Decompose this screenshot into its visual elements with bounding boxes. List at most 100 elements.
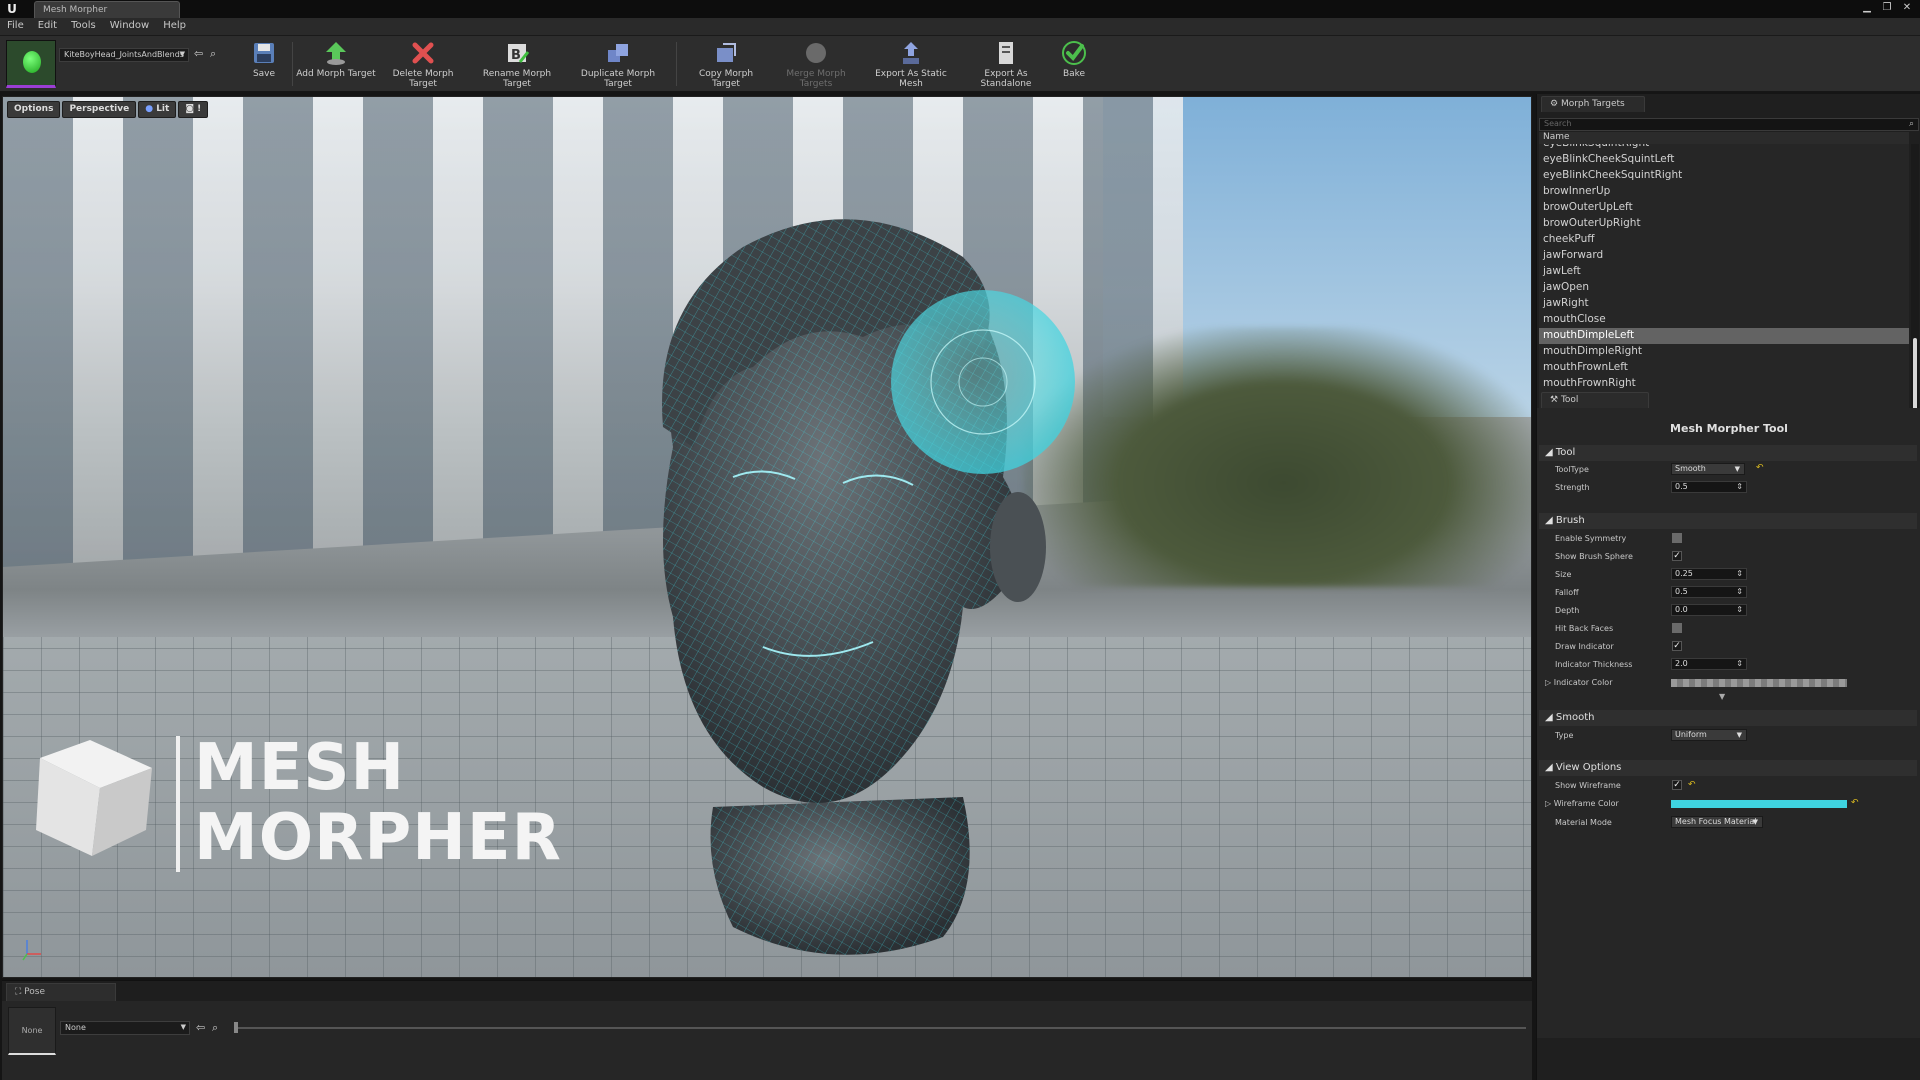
add-morph-target-button[interactable]: Add Morph Target	[296, 40, 376, 90]
tool-type-dropdown[interactable]: Smooth ▼	[1671, 463, 1745, 475]
indicator-color-swatch[interactable]	[1671, 679, 1847, 687]
section-tool[interactable]: ◢ Tool	[1539, 445, 1917, 461]
export-standalone-button[interactable]: Export As Standalone	[962, 40, 1050, 90]
logo-title-line2: MORPHER	[194, 801, 562, 875]
show-brush-sphere-checkbox[interactable]: ✓	[1672, 551, 1682, 561]
smooth-type-value: Uniform	[1675, 730, 1707, 739]
enable-symmetry-checkbox[interactable]	[1672, 533, 1682, 543]
menu-help[interactable]: Help	[156, 18, 193, 33]
bake-button[interactable]: Bake	[1054, 40, 1094, 90]
reset-to-default-icon[interactable]: ↶	[1688, 780, 1696, 790]
indicator-thickness-field[interactable]: 2.0 ⇕	[1671, 658, 1747, 670]
asset-thumbnail[interactable]	[6, 40, 56, 88]
list-item[interactable]: mouthFrownRight	[1539, 376, 1909, 392]
list-item[interactable]: jawLeft	[1539, 264, 1909, 280]
material-mode-dropdown[interactable]: Mesh Focus Material ▼	[1671, 816, 1763, 828]
reset-to-default-icon[interactable]: ↶	[1851, 798, 1859, 808]
list-item[interactable]: cheekPuff	[1539, 232, 1909, 248]
list-item[interactable]: browOuterUpRight	[1539, 216, 1909, 232]
rename-morph-target-button[interactable]: B Rename Morph Target	[470, 40, 564, 90]
list-item[interactable]: browInnerUp	[1539, 184, 1909, 200]
lit-label: Lit	[156, 104, 170, 114]
delete-morph-target-button[interactable]: Delete Morph Target	[380, 40, 466, 90]
list-item[interactable]: mouthClose	[1539, 312, 1909, 328]
scrollbar-thumb[interactable]	[1913, 338, 1917, 412]
rename-morph-target-label: Rename Morph Target	[482, 69, 552, 89]
indicator-color-label: ▷ Indicator Color	[1545, 678, 1612, 687]
falloff-field[interactable]: 0.5 ⇕	[1671, 586, 1747, 598]
asset-picker[interactable]: KiteBoyHead_JointsAndBlends ▼	[59, 48, 189, 62]
browse-search-icon[interactable]: ⌕	[210, 47, 216, 61]
list-item[interactable]: jawRight	[1539, 296, 1909, 312]
save-icon	[254, 43, 274, 63]
tool-details-panel: Mesh Morpher Tool ◢ Tool ToolType Smooth…	[1537, 408, 1920, 1038]
reset-to-default-icon[interactable]: ↶	[1756, 463, 1764, 473]
back-arrow-icon[interactable]: ⇦	[194, 47, 203, 60]
strength-field[interactable]: 0.5 ⇕	[1671, 481, 1747, 493]
draw-indicator-checkbox[interactable]: ✓	[1672, 641, 1682, 651]
list-item[interactable]: mouthDimpleRight	[1539, 344, 1909, 360]
morph-list-scrollbar[interactable]	[1911, 144, 1919, 432]
lit-button[interactable]: ● Lit	[138, 101, 177, 118]
list-item[interactable]: mouthFrownLeft	[1539, 360, 1909, 376]
list-item-selected[interactable]: mouthDimpleLeft	[1539, 328, 1909, 344]
smooth-type-dropdown[interactable]: Uniform ▼	[1671, 729, 1747, 741]
collapse-arrow-icon: ◢	[1545, 447, 1556, 458]
wireframe-color-swatch[interactable]	[1671, 800, 1847, 808]
minimize-icon[interactable]: ▁	[1858, 1, 1876, 15]
menu-edit[interactable]: Edit	[31, 18, 64, 33]
document-tab[interactable]: Mesh Morpher	[34, 1, 180, 18]
merge-morph-targets-button[interactable]: Merge Morph Targets	[772, 40, 860, 90]
hit-back-faces-checkbox[interactable]	[1672, 623, 1682, 633]
menu-window[interactable]: Window	[103, 18, 156, 33]
tool-tab-label: Tool	[1560, 395, 1579, 405]
pose-slider-handle[interactable]	[234, 1022, 238, 1033]
duplicate-icon	[608, 44, 628, 62]
expand-more-icon[interactable]: ▼	[1719, 692, 1725, 701]
section-view-options[interactable]: ◢ View Options	[1539, 760, 1917, 776]
draw-indicator-label: Draw Indicator	[1555, 642, 1614, 651]
show-brush-sphere-label: Show Brush Sphere	[1555, 552, 1633, 561]
morph-targets-tab[interactable]: ⚙ Morph Targets	[1541, 96, 1645, 112]
list-item[interactable]: browOuterUpLeft	[1539, 200, 1909, 216]
list-item[interactable]: eyeBlinkCheekSquintRight	[1539, 168, 1909, 184]
tool-tab[interactable]: ⚒ Tool	[1541, 392, 1649, 408]
smooth-type-label: Type	[1555, 731, 1574, 740]
menu-tools[interactable]: Tools	[64, 18, 103, 33]
section-smooth[interactable]: ◢ Smooth	[1539, 710, 1917, 726]
browse-search-icon[interactable]: ⌕	[212, 1021, 218, 1035]
list-item[interactable]: jawOpen	[1539, 280, 1909, 296]
copy-morph-target-button[interactable]: Copy Morph Target	[684, 40, 768, 90]
title-bar: U Mesh Morpher ▁ ❐ ✕	[0, 0, 1920, 18]
list-item[interactable]: jawForward	[1539, 248, 1909, 264]
tool-icon: ⚒	[1550, 395, 1561, 405]
section-brush[interactable]: ◢ Brush	[1539, 513, 1917, 529]
pose-weight-slider[interactable]	[234, 1027, 1526, 1029]
head-mesh[interactable]	[563, 147, 1123, 977]
morph-target-list[interactable]: eyeBlinkSquintRight eyeBlinkCheekSquintL…	[1539, 144, 1909, 432]
collapse-arrow-icon: ◢	[1545, 762, 1556, 773]
close-icon[interactable]: ✕	[1898, 1, 1916, 15]
pose-tab[interactable]: ⛶ Pose	[6, 983, 116, 1001]
save-button[interactable]: Save	[244, 40, 284, 90]
menu-file[interactable]: File	[0, 18, 31, 33]
export-static-mesh-button[interactable]: Export As Static Mesh	[864, 40, 958, 90]
column-header-name[interactable]: Name	[1539, 132, 1909, 144]
pose-thumbnail[interactable]: None	[8, 1007, 56, 1055]
morph-search-input[interactable]: Search ⌕	[1539, 118, 1919, 131]
back-arrow-icon[interactable]: ⇦	[196, 1021, 205, 1034]
viewport-options-button[interactable]: Options	[7, 101, 61, 118]
show-flags-button[interactable]: ◙ !	[178, 101, 209, 118]
morph-targets-tab-label: Morph Targets	[1560, 99, 1625, 109]
depth-field[interactable]: 0.0 ⇕	[1671, 604, 1747, 616]
list-item[interactable]: eyeBlinkCheekSquintLeft	[1539, 152, 1909, 168]
duplicate-morph-target-button[interactable]: Duplicate Morph Target	[568, 40, 668, 90]
section-smooth-label: Smooth	[1555, 712, 1595, 723]
show-wireframe-checkbox[interactable]: ✓	[1672, 780, 1682, 790]
perspective-button[interactable]: Perspective	[62, 101, 137, 118]
size-field[interactable]: 0.25 ⇕	[1671, 568, 1747, 580]
pose-picker[interactable]: None ▼	[60, 1021, 190, 1035]
maximize-icon[interactable]: ❐	[1878, 1, 1896, 15]
size-value: 0.25	[1675, 569, 1693, 578]
list-item[interactable]: eyeBlinkSquintRight	[1539, 144, 1909, 152]
